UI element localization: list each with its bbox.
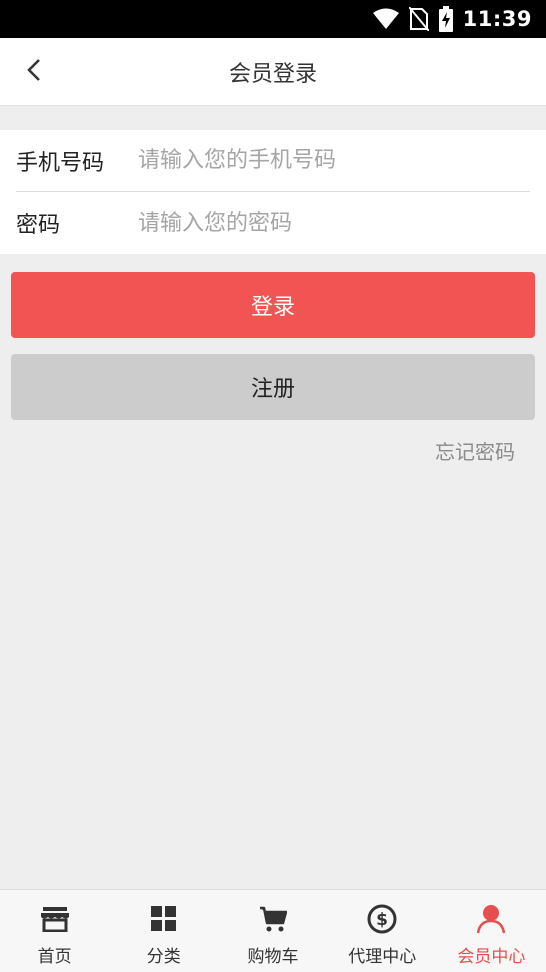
tab-home[interactable]: 首页 xyxy=(0,890,109,972)
store-icon xyxy=(40,904,69,934)
status-bar: 11:39 xyxy=(0,0,546,38)
dollar-circle-icon: $ xyxy=(367,904,397,934)
cart-icon xyxy=(259,904,287,934)
no-sim-icon xyxy=(408,7,429,31)
grid-icon xyxy=(150,904,177,934)
login-button[interactable]: 登录 xyxy=(11,272,535,338)
tab-label-category: 分类 xyxy=(146,947,181,967)
wifi-icon xyxy=(372,8,399,30)
tab-cart[interactable]: 购物车 xyxy=(218,890,327,972)
page-title: 会员登录 xyxy=(228,61,317,87)
forgot-password-link[interactable]: 忘记密码 xyxy=(435,436,515,465)
tab-label-cart: 购物车 xyxy=(247,947,299,967)
phone-row: 手机号码 xyxy=(16,130,530,192)
tab-category[interactable]: 分类 xyxy=(109,890,218,972)
tab-agent[interactable]: $ 代理中心 xyxy=(328,890,437,972)
phone-input[interactable] xyxy=(138,140,518,181)
status-time: 11:39 xyxy=(462,7,532,31)
tab-member[interactable]: 会员中心 xyxy=(437,890,546,972)
password-row: 密码 xyxy=(16,192,530,254)
back-button[interactable] xyxy=(14,52,54,92)
password-input[interactable] xyxy=(138,203,518,243)
bottom-tab-bar: 首页 分类 购物车 $ 代理中心 会员中心 xyxy=(0,889,546,972)
login-form: 手机号码 密码 xyxy=(0,130,546,254)
phone-label: 手机号码 xyxy=(16,150,105,176)
password-label: 密码 xyxy=(16,213,61,238)
tab-label-member: 会员中心 xyxy=(457,947,526,967)
tab-label-home: 首页 xyxy=(37,947,72,967)
user-icon xyxy=(477,904,506,934)
svg-text:$: $ xyxy=(376,910,388,930)
chevron-left-icon xyxy=(26,58,42,86)
app-bar: 会员登录 xyxy=(0,38,546,106)
register-button[interactable]: 注册 xyxy=(11,354,535,420)
tab-label-agent: 代理中心 xyxy=(348,947,417,967)
battery-charging-icon xyxy=(438,6,453,32)
